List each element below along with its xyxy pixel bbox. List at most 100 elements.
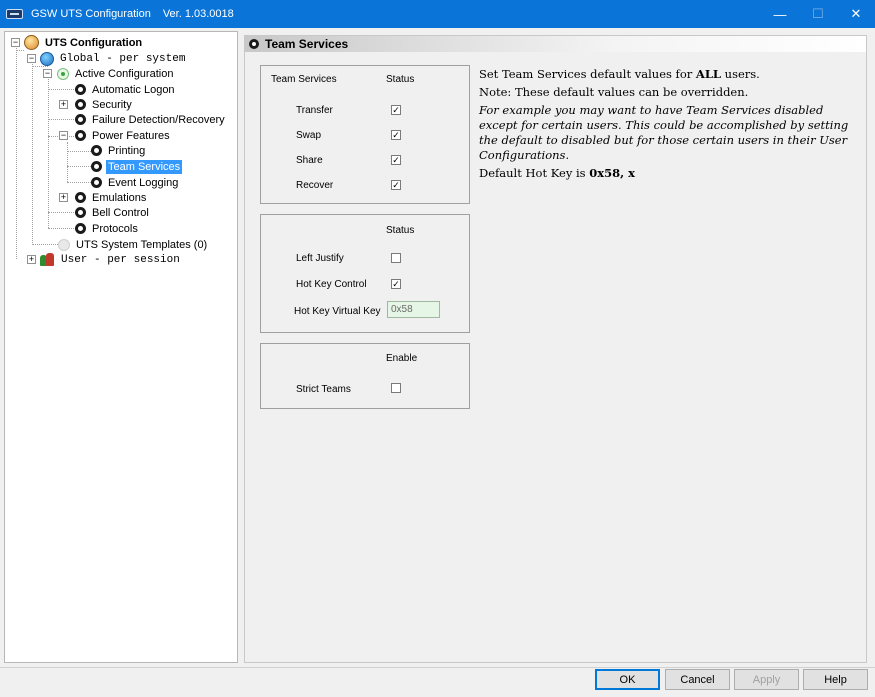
team-services-description: Set Team Services default values for ALL… xyxy=(479,67,859,184)
dialog-footer: OK Cancel Apply Help xyxy=(0,667,875,697)
left-justify-checkbox[interactable] xyxy=(391,253,401,263)
tree-node-emulations[interactable]: Emulations xyxy=(75,190,148,205)
expand-toggle-user[interactable]: + xyxy=(27,255,36,264)
app-name: GSW UTS Configuration xyxy=(31,8,151,20)
tree-line xyxy=(67,182,91,183)
swap-label: Swap xyxy=(296,130,322,141)
tree-line xyxy=(32,244,58,245)
description-example: For example you may want to have Team Se… xyxy=(479,103,849,162)
tree-line xyxy=(16,50,24,51)
gear-icon xyxy=(91,145,102,156)
collapse-toggle-power-features[interactable]: − xyxy=(59,131,68,140)
window-title: GSW UTS Configuration Ver. 1.03.0018 xyxy=(31,8,234,20)
panel-title: Team Services xyxy=(265,37,349,51)
globe-icon xyxy=(40,51,54,66)
tree-node-label: Event Logging xyxy=(108,176,179,189)
tree-node-failure-detection[interactable]: Failure Detection/Recovery xyxy=(75,112,227,127)
tree-line xyxy=(67,142,68,182)
tree-node-protocols[interactable]: Protocols xyxy=(75,221,140,236)
maximize-button[interactable]: ☐ xyxy=(799,0,837,28)
templates-icon xyxy=(58,238,70,251)
tree-line xyxy=(48,76,49,228)
minimize-button[interactable]: — xyxy=(761,0,799,28)
gear-icon xyxy=(75,114,86,125)
apply-button[interactable]: Apply xyxy=(734,669,799,690)
close-button[interactable]: ✕ xyxy=(837,0,875,28)
strict-teams-checkbox[interactable] xyxy=(391,383,401,393)
gear-icon xyxy=(91,161,102,172)
app-icon xyxy=(6,9,23,19)
tree-node-label: UTS Configuration xyxy=(45,36,143,49)
cancel-button[interactable]: Cancel xyxy=(665,669,730,690)
tree-node-label: UTS System Templates (0) xyxy=(76,238,208,251)
description-note: Note: These default values can be overri… xyxy=(479,85,749,99)
hot-key-group: Status Left Justify Hot Key Control ✓ Ho… xyxy=(260,214,470,333)
tree-node-label: Team Services xyxy=(106,159,183,174)
enable-column-header: Enable xyxy=(386,353,418,364)
gear-icon xyxy=(75,192,86,203)
tree-node-uts-configuration[interactable]: UTS Configuration xyxy=(24,35,144,50)
configuration-tree: − UTS Configuration − Global - per syste… xyxy=(4,31,238,663)
users-icon xyxy=(40,252,55,267)
transfer-label: Transfer xyxy=(296,105,333,116)
recover-checkbox[interactable]: ✓ xyxy=(391,180,401,190)
help-button[interactable]: Help xyxy=(803,669,868,690)
tree-node-team-services[interactable]: Team Services xyxy=(91,159,183,174)
tree-node-label: Active Configuration xyxy=(75,67,174,80)
tree-node-global[interactable]: Global - per system xyxy=(40,51,187,66)
panel-header: Team Services xyxy=(245,36,866,52)
collapse-toggle-active-configuration[interactable]: − xyxy=(43,69,52,78)
collapse-toggle-root[interactable]: − xyxy=(11,38,20,47)
tree-line xyxy=(67,151,91,152)
tree-node-label: Security xyxy=(92,98,132,111)
tree-line xyxy=(32,60,33,245)
tree-line xyxy=(16,46,17,259)
description-emphasis: ALL xyxy=(695,67,722,81)
tree-node-user[interactable]: User - per session xyxy=(40,252,182,267)
expand-toggle-emulations[interactable]: + xyxy=(59,193,68,202)
uts-configuration-icon xyxy=(24,35,39,50)
gear-icon xyxy=(75,99,86,110)
default-hot-key-value: 0x58, x xyxy=(589,166,635,180)
left-justify-label: Left Justify xyxy=(296,253,344,264)
tree-node-label: User - per session xyxy=(61,253,180,266)
ok-button[interactable]: OK xyxy=(595,669,660,690)
tree-node-power-features[interactable]: Power Features xyxy=(75,128,172,143)
tree-node-label: Protocols xyxy=(92,222,138,235)
recover-label: Recover xyxy=(296,180,334,191)
content-pane: Team Services Team Services Status Trans… xyxy=(244,35,867,663)
transfer-checkbox[interactable]: ✓ xyxy=(391,105,401,115)
expand-toggle-security[interactable]: + xyxy=(59,100,68,109)
gear-icon xyxy=(75,84,86,95)
tree-line xyxy=(48,119,74,120)
hot-key-virtual-key-field[interactable]: 0x58 xyxy=(387,301,440,318)
tree-line xyxy=(67,166,91,167)
tree-node-label: Failure Detection/Recovery xyxy=(92,113,225,126)
status-column-header: Status xyxy=(386,225,415,236)
tree-node-active-configuration[interactable]: Active Configuration xyxy=(57,66,175,81)
app-version: Ver. 1.03.0018 xyxy=(162,8,234,20)
tree-node-event-logging[interactable]: Event Logging xyxy=(91,175,180,190)
strict-teams-label: Strict Teams xyxy=(296,384,351,395)
tree-node-label: Global - per system xyxy=(60,52,186,65)
tree-node-security[interactable]: Security xyxy=(75,97,134,112)
tree-node-label: Power Features xyxy=(92,129,170,142)
tree-node-printing[interactable]: Printing xyxy=(91,143,147,158)
team-services-column-header: Team Services xyxy=(271,74,337,85)
gear-icon xyxy=(75,207,86,218)
swap-checkbox[interactable]: ✓ xyxy=(391,130,401,140)
title-bar: GSW UTS Configuration Ver. 1.03.0018 — ☐… xyxy=(0,0,875,28)
tree-line xyxy=(48,89,74,90)
tree-line xyxy=(48,212,74,213)
tree-node-uts-system-templates[interactable]: UTS System Templates (0) xyxy=(58,237,209,252)
hot-key-control-checkbox[interactable]: ✓ xyxy=(391,279,401,289)
gear-icon xyxy=(75,223,86,234)
share-label: Share xyxy=(296,155,323,166)
collapse-toggle-global[interactable]: − xyxy=(27,54,36,63)
strict-teams-group: Enable Strict Teams xyxy=(260,343,470,409)
tree-node-label: Emulations xyxy=(92,191,147,204)
tree-node-automatic-logon[interactable]: Automatic Logon xyxy=(75,82,177,97)
tree-node-bell-control[interactable]: Bell Control xyxy=(75,205,151,220)
share-checkbox[interactable]: ✓ xyxy=(391,155,401,165)
status-column-header: Status xyxy=(386,74,415,85)
